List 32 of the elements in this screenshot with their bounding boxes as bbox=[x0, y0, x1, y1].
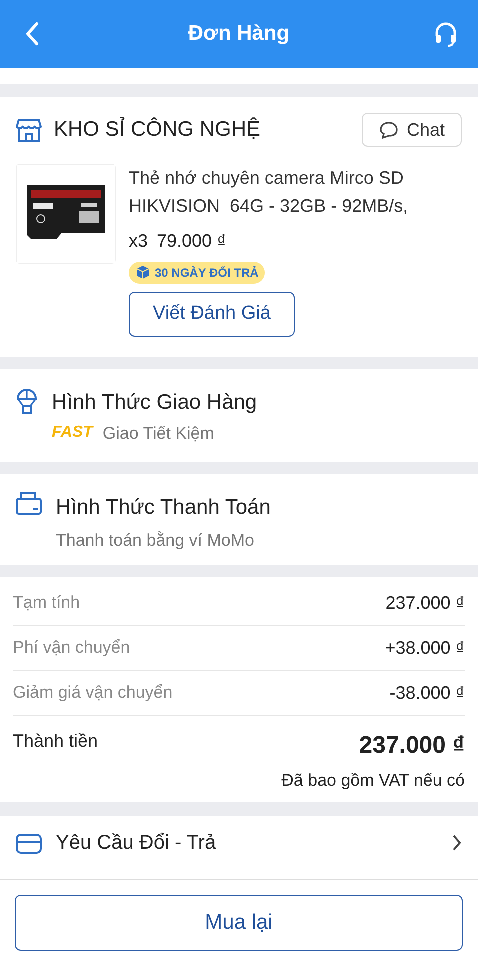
shipping-method: Giao Tiết Kiệm bbox=[102, 422, 214, 444]
payment-method: Thanh toán bằng ví MoMo bbox=[56, 530, 256, 552]
fast-tag: FAST bbox=[52, 420, 93, 446]
section-title: Hình Thức Giao Hàng bbox=[52, 390, 258, 416]
store-icon bbox=[16, 117, 42, 143]
summary-label: Tạm tính bbox=[13, 592, 80, 614]
return-policy-label: 30 NGÀY ĐỔI TRẢ bbox=[155, 265, 259, 282]
box-icon bbox=[135, 265, 151, 281]
total-value: 237.000 ₫ bbox=[359, 731, 465, 761]
buy-again-button[interactable]: Mua lại bbox=[15, 895, 463, 951]
product-name: Thẻ nhớ chuyên camera Mirco SD HIKVISION 64G - 32GB - 92MB/s, bbox=[129, 167, 410, 218]
summary-label: Giảm giá vận chuyển bbox=[13, 682, 173, 704]
summary-value: 237.000 ₫ bbox=[386, 592, 465, 614]
page-title: Đơn Hàng bbox=[188, 21, 290, 48]
wallet-icon bbox=[16, 490, 42, 516]
box-icon bbox=[16, 832, 42, 854]
chat-button[interactable]: Chat bbox=[362, 113, 462, 147]
product-price: 79.000 ₫ bbox=[157, 230, 226, 253]
section-title: Hình Thức Thanh Toán bbox=[56, 495, 271, 521]
summary-label: Phí vận chuyển bbox=[13, 637, 130, 660]
parachute-icon bbox=[16, 389, 38, 415]
vat-note: Đã bao gồm VAT nếu có bbox=[282, 770, 465, 792]
summary-value: +38.000 ₫ bbox=[385, 636, 465, 660]
back-icon bbox=[25, 22, 39, 46]
quantity: x3 bbox=[129, 230, 148, 253]
total-label: Thành tiền bbox=[13, 730, 98, 753]
shop-name: KHO SỈ CÔNG NGHỆ bbox=[54, 116, 261, 144]
write-review-button[interactable]: Viết Đánh Giá bbox=[129, 292, 295, 337]
chevron-right-icon bbox=[452, 834, 462, 852]
return-request-link[interactable]: Yêu Cầu Đổi - Trả bbox=[56, 828, 216, 858]
summary-value: -38.000 ₫ bbox=[390, 682, 465, 704]
chat-bubble-icon bbox=[378, 121, 399, 139]
